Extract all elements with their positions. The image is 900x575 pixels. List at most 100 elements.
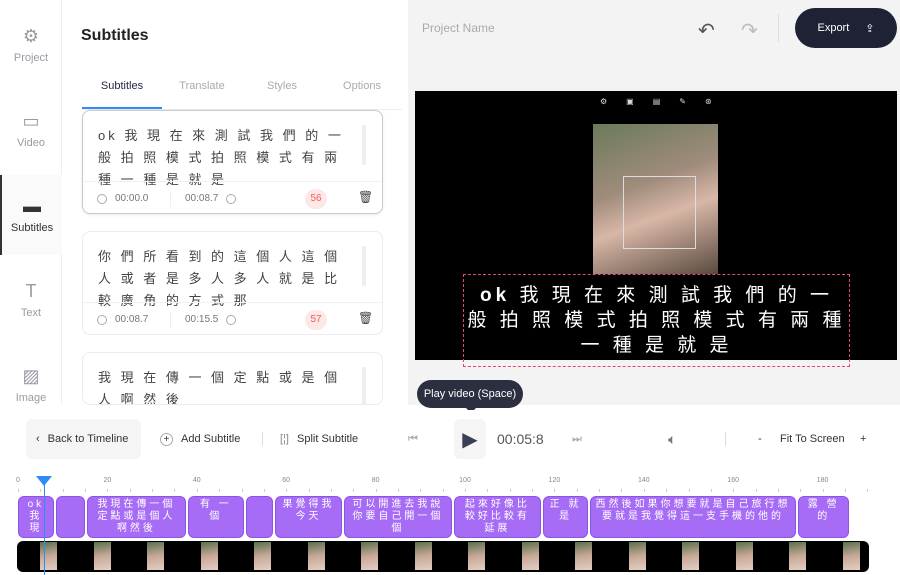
subtitle-block[interactable] [245, 496, 273, 538]
current-time: 00:05:8 [497, 431, 544, 447]
end-time[interactable]: 00:15.5 [185, 314, 218, 325]
plus-icon: + [160, 432, 173, 446]
subtitle-block[interactable]: 正 就 是 [543, 496, 588, 538]
tick [196, 489, 198, 492]
text-icon: T [25, 280, 37, 301]
redo-icon[interactable]: ↷ [741, 18, 758, 43]
zoom-out-button[interactable]: - [758, 419, 762, 459]
gear-icon[interactable]: ⚙ [600, 97, 607, 106]
video-thumbnail [682, 542, 699, 570]
add-subtitle-button[interactable]: + Add Subtitle [160, 419, 240, 459]
subtitle-card[interactable]: 你 們 所 看 到 的 這 個 人 這 個 人 或 者 是 多 人 多 人 就 … [82, 231, 383, 335]
tick-label: 100 [459, 477, 471, 484]
export-button[interactable]: Export ⇪ [795, 8, 897, 48]
trash-icon[interactable]: 🗑︎ [358, 311, 373, 325]
fit-to-screen-button[interactable]: Fit To Screen [780, 419, 845, 459]
magic-icon[interactable]: ✎ [679, 97, 686, 106]
split-subtitle-button[interactable]: [¦] Split Subtitle [280, 419, 358, 459]
project-name[interactable]: Project Name [422, 21, 495, 35]
sidebar-item-text[interactable]: T Text [0, 260, 62, 340]
tick [710, 489, 712, 492]
subtitle-block[interactable]: 西然後如果你想要就是自己旅行想要就是我覺得這一支手機的他的 [590, 496, 796, 538]
sidebar-item-project[interactable]: ⚙ Project [0, 5, 62, 85]
subtitle-block[interactable]: 露 營 的 [798, 496, 850, 538]
subtitle-block[interactable]: 我現在傳一個定點或是個人啊然後 [87, 496, 186, 538]
tick [241, 489, 243, 492]
char-count-badge: 56 [305, 189, 327, 209]
tick [777, 489, 779, 492]
video-track[interactable] [17, 541, 869, 572]
video-icon: ▭ [22, 110, 40, 131]
sidebar-item-video[interactable]: ▭ Video [0, 90, 62, 170]
subtitle-block[interactable]: 果覺得我今天 [275, 496, 343, 538]
zoom-in-button[interactable]: + [860, 419, 866, 459]
tick-label: 180 [816, 477, 829, 484]
subtitle-text-input[interactable]: 我 現 在 傳 一 個 定 點 或 是 個 人 啊 然 後 [98, 367, 353, 404]
tick [263, 489, 265, 492]
video-preview[interactable]: ⚙ ▣ ▤ ✎ ⊛ ok 我 現 在 來 測 試 我 們 的 一 般 拍 照 模 式 拍… [415, 91, 897, 367]
tick-label: 120 [548, 477, 561, 484]
tab-styles[interactable]: Styles [242, 72, 322, 109]
video-toolbar: ⚙ ▣ ▤ ✎ ⊛ [600, 97, 712, 106]
skip-forward-icon[interactable]: ⏭ [572, 419, 582, 459]
scrollbar[interactable] [362, 246, 366, 286]
tick [85, 489, 87, 492]
tick [286, 489, 288, 492]
tick [330, 489, 332, 492]
tick [107, 489, 109, 492]
crop-icon[interactable]: ▣ [626, 97, 634, 106]
tab-options[interactable]: Options [322, 72, 402, 109]
subtitle-block[interactable] [55, 496, 86, 538]
play-button[interactable]: ▶ [454, 419, 486, 459]
layout-icon[interactable]: ▤ [653, 97, 661, 106]
card-footer: 00:08.7 00:15.5 57 🗑︎ [83, 302, 382, 336]
tick [688, 489, 690, 492]
tick [375, 489, 377, 492]
sidebar-item-subtitles[interactable]: ▬ Subtitles [0, 175, 62, 255]
tick-label: 40 [192, 477, 201, 484]
scrollbar[interactable] [362, 125, 366, 165]
subtitle-block[interactable]: 有 一 個 [187, 496, 244, 538]
subtitle-block[interactable]: ok 我 現 [18, 496, 54, 538]
sidebar-item-label: Video [17, 137, 45, 149]
scrollbar[interactable] [362, 367, 366, 404]
divider [725, 432, 726, 446]
subtitle-card[interactable]: ok 我 現 在 來 測 試 我 們 的 一 般 拍 照 模 式 拍 照 模 式… [82, 110, 383, 214]
panel-tabs: Subtitles Translate Styles Options [82, 72, 402, 110]
video-thumbnail [147, 542, 164, 570]
start-time[interactable]: 00:00.0 [115, 193, 170, 204]
tick-label: 160 [727, 477, 740, 484]
end-time[interactable]: 00:08.7 [185, 193, 218, 204]
subtitle-overlay[interactable]: ok 我 現 在 來 測 試 我 們 的 一 般 拍 照 模 式 拍 照 模 式… [463, 274, 850, 367]
tick-label: 80 [371, 477, 380, 484]
trash-icon[interactable]: 🗑︎ [358, 190, 373, 204]
video-thumbnail [735, 542, 753, 570]
tick [509, 489, 511, 492]
video-thumbnail [307, 542, 325, 570]
video-thumbnail [40, 542, 57, 570]
settings-icon[interactable]: ⊛ [705, 97, 712, 106]
tick [353, 489, 355, 492]
split-icon: [¦] [280, 433, 289, 445]
clock-icon [226, 193, 237, 204]
back-to-timeline-button[interactable]: ‹ Back to Timeline [26, 419, 141, 459]
tab-translate[interactable]: Translate [162, 72, 242, 109]
subtitle-block[interactable]: 可以開進去我說你要自己開一個個 [344, 496, 452, 538]
export-label: Export [817, 22, 850, 34]
playhead[interactable] [35, 476, 52, 575]
subtitle-block[interactable]: 起來好像比較好比較有延展 [453, 496, 541, 538]
tab-subtitles[interactable]: Subtitles [82, 72, 162, 109]
start-time[interactable]: 00:08.7 [115, 314, 170, 325]
volume-icon[interactable]: 🔈︎ [668, 419, 676, 459]
editor-area: Project Name ↶ ↷ Export ⇪ ⚙ ▣ ▤ ✎ ⊛ ok 我 現 在 … [408, 0, 900, 405]
tick [666, 489, 668, 492]
undo-icon[interactable]: ↶ [698, 18, 715, 43]
play-tooltip: Play video (Space) [417, 380, 523, 413]
subtitle-card[interactable]: 我 現 在 傳 一 個 定 點 或 是 個 人 啊 然 後 [82, 352, 383, 405]
sidebar-item-label: Subtitles [10, 222, 54, 234]
card-footer: 00:00.0 00:08.7 56 🗑︎ [83, 181, 382, 215]
skip-back-icon[interactable]: ⏮ [408, 419, 418, 459]
subtitle-bold: ok [480, 285, 511, 306]
sidebar-item-label: Text [20, 307, 42, 319]
timeline[interactable]: 0 20 40 60 80 100 120 140 160 180 ok 我 現我現在傳一個定點或… [0, 470, 900, 575]
